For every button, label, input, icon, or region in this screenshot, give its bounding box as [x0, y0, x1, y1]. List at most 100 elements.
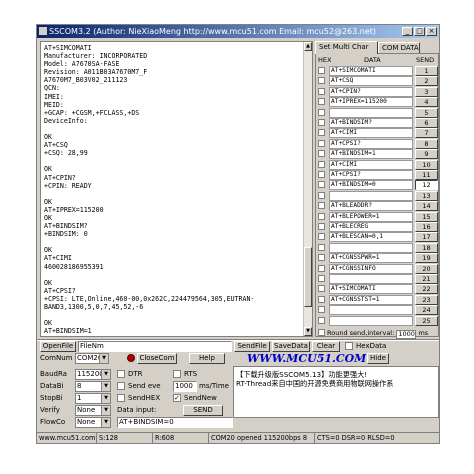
send-button[interactable]: SEND	[183, 405, 223, 416]
send-new-checkbox[interactable]: ✓	[173, 394, 181, 402]
hex-checkbox[interactable]	[318, 254, 325, 262]
multi-char-data-field[interactable]	[329, 305, 413, 316]
multi-char-send-button[interactable]: 24	[415, 305, 438, 316]
multi-char-data-field[interactable]: AT+BLEPOWER=1	[329, 211, 413, 222]
maximize-button[interactable]: □	[414, 27, 425, 36]
hex-checkbox[interactable]	[318, 108, 325, 116]
hex-checkbox[interactable]	[318, 202, 325, 210]
send-file-button[interactable]: SendFile	[234, 341, 270, 352]
send-interval-input[interactable]: 1000	[173, 381, 197, 392]
scroll-thumb[interactable]	[304, 247, 312, 307]
multi-char-data-field[interactable]: AT+CPSI?	[329, 138, 413, 149]
multi-char-send-button[interactable]: 3	[415, 86, 438, 97]
multi-char-data-field[interactable]: AT+BINDSIM?	[329, 118, 413, 128]
multi-char-data-field[interactable]: AT+CGNSSPWR=1	[329, 253, 413, 264]
open-file-button[interactable]: OpenFile	[40, 341, 76, 352]
multi-char-send-button[interactable]: 10	[415, 159, 438, 170]
hex-checkbox[interactable]	[318, 181, 325, 189]
multi-char-data-field[interactable]: AT+CPIN?	[329, 86, 413, 97]
multi-char-send-button[interactable]: 18	[415, 242, 438, 253]
multi-char-data-field[interactable]: AT+IPREX=115200	[329, 97, 413, 108]
multi-char-data-field[interactable]: AT+BLEADDR?	[329, 201, 413, 212]
rts-checkbox[interactable]	[173, 370, 181, 378]
file-name-field[interactable]: FileNm	[78, 341, 232, 352]
multi-char-data-field[interactable]: AT+CGNSSINFO	[329, 263, 413, 274]
multi-char-send-button[interactable]: 1	[415, 66, 438, 76]
multi-char-data-field[interactable]	[329, 315, 413, 326]
multi-char-send-button[interactable]: 22	[415, 284, 438, 295]
hex-checkbox[interactable]	[318, 223, 325, 230]
hex-checkbox[interactable]	[318, 139, 325, 147]
multi-char-send-button[interactable]: 17	[415, 232, 438, 243]
promo-box[interactable]: 【下载升级版SSCOM5.13】功能更强大! RT-Thread来自中国的开源免…	[233, 366, 439, 418]
multi-char-send-button[interactable]: 25	[415, 315, 438, 326]
hex-checkbox[interactable]	[318, 306, 325, 314]
hex-checkbox[interactable]	[318, 171, 325, 178]
multi-char-data-field[interactable]: AT+BINDSIM=1	[329, 149, 413, 160]
hex-checkbox[interactable]	[318, 285, 325, 293]
send-every-checkbox[interactable]	[117, 382, 125, 390]
multi-char-send-button[interactable]: 11	[415, 170, 438, 180]
multi-char-data-field[interactable]	[329, 274, 413, 284]
clear-button[interactable]: Clear	[312, 341, 340, 352]
save-data-button[interactable]: SaveData	[272, 341, 310, 352]
multi-char-data-field[interactable]: AT+BINDSIM=0	[329, 180, 413, 191]
hex-checkbox[interactable]	[318, 264, 325, 272]
multi-char-send-button[interactable]: 5	[415, 107, 438, 118]
help-button[interactable]: Help	[189, 353, 225, 364]
multi-char-send-button[interactable]: 14	[415, 201, 438, 212]
com-num-select[interactable]: COM20 ▼	[75, 353, 109, 364]
close-button[interactable]: ×	[426, 27, 437, 36]
round-send-checkbox[interactable]	[318, 329, 325, 336]
flow-control-select[interactable]: None ▼	[75, 417, 111, 428]
multi-char-send-button[interactable]: 6	[415, 118, 438, 128]
multi-char-send-button[interactable]: 23	[415, 294, 438, 305]
multi-char-send-button[interactable]: 4	[415, 97, 438, 108]
multi-char-data-field[interactable]	[329, 107, 413, 118]
multi-char-send-button[interactable]: 9	[415, 149, 438, 160]
hex-checkbox[interactable]	[318, 160, 325, 168]
hex-checkbox[interactable]	[318, 212, 325, 220]
multi-char-data-field[interactable]: AT+SIMCOMATI	[329, 284, 413, 295]
stop-bits-select[interactable]: 1 ▼	[75, 393, 111, 404]
multi-char-data-field[interactable]: AT+CSQ	[329, 76, 413, 87]
tab-set-multi-char[interactable]: Set Multi Char	[315, 41, 378, 54]
hex-data-checkbox[interactable]	[345, 342, 353, 350]
hex-checkbox[interactable]	[318, 87, 325, 95]
multi-char-send-button[interactable]: 2	[415, 76, 438, 87]
verify-select[interactable]: None ▼	[75, 405, 111, 416]
scroll-down-icon[interactable]: ▼	[304, 327, 312, 336]
multi-char-send-button[interactable]: 13	[415, 190, 438, 201]
hex-checkbox[interactable]	[318, 119, 325, 126]
multi-char-send-button[interactable]: 7	[415, 128, 438, 139]
hex-checkbox[interactable]	[318, 295, 325, 303]
multi-char-send-button[interactable]: 8	[415, 138, 438, 149]
hex-checkbox[interactable]	[318, 129, 325, 137]
hex-checkbox[interactable]	[318, 243, 325, 251]
multi-char-data-field[interactable]: AT+BLESCAN=0,1	[329, 232, 413, 243]
close-com-button[interactable]: CloseCom	[137, 353, 177, 364]
send-hex-checkbox[interactable]	[117, 394, 125, 402]
data-bits-select[interactable]: 8 ▼	[75, 381, 111, 392]
dtr-checkbox[interactable]	[117, 370, 125, 378]
hex-checkbox[interactable]	[318, 98, 325, 106]
round-interval-input[interactable]: 1000	[396, 330, 417, 339]
multi-char-data-field[interactable]: AT+CPSI?	[329, 170, 413, 180]
multi-char-send-button[interactable]: 12	[415, 180, 438, 191]
multi-char-data-field[interactable]	[329, 242, 413, 253]
multi-char-data-field[interactable]: AT+BLECREG	[329, 222, 413, 232]
multi-char-data-field[interactable]: AT+CIMI	[329, 159, 413, 170]
hex-checkbox[interactable]	[318, 77, 325, 85]
data-input-field[interactable]: AT+BINDSIM=0	[117, 417, 233, 428]
hide-button[interactable]: Hide	[367, 353, 389, 364]
hex-checkbox[interactable]	[318, 67, 325, 74]
hex-checkbox[interactable]	[318, 275, 325, 282]
hex-checkbox[interactable]	[318, 316, 325, 324]
promo-line-2[interactable]: RT-Thread来自中国的开源免费商用物联网操作系	[236, 379, 436, 388]
receive-scrollbar[interactable]: ▲ ▼	[303, 42, 312, 336]
hex-checkbox[interactable]	[318, 191, 325, 199]
multi-char-send-button[interactable]: 21	[415, 274, 438, 284]
multi-char-send-button[interactable]: 16	[415, 222, 438, 232]
hex-checkbox[interactable]	[318, 150, 325, 158]
multi-char-send-button[interactable]: 19	[415, 253, 438, 264]
